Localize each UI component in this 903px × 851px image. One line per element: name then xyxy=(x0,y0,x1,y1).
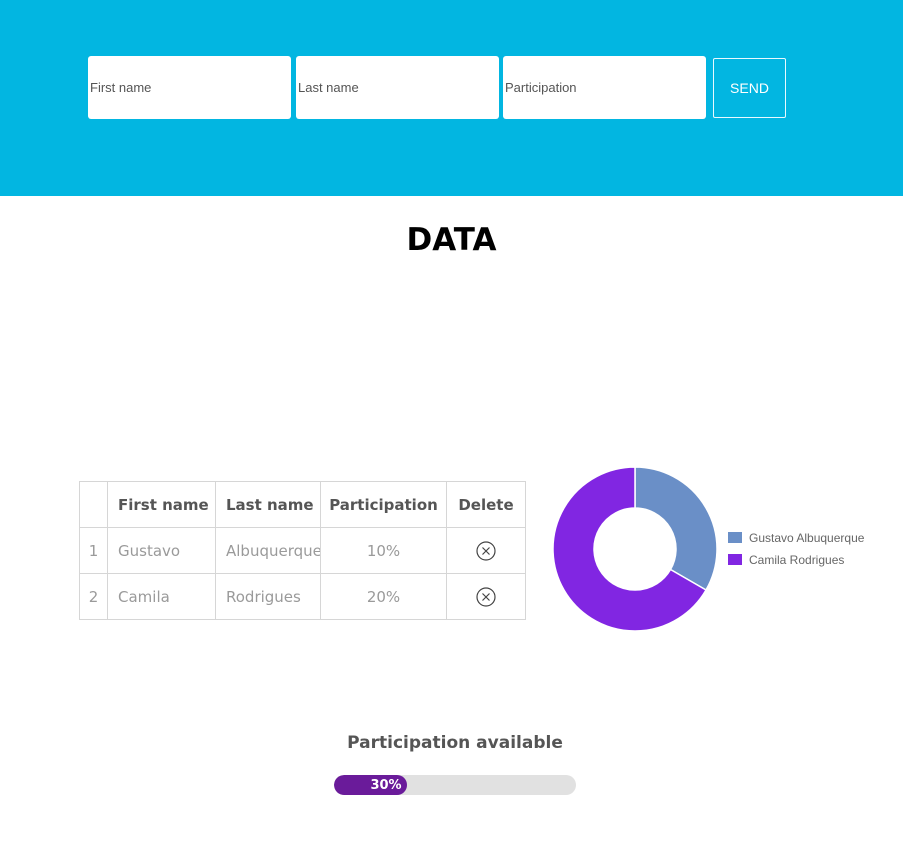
legend-swatch xyxy=(728,532,742,543)
table-row: 2 Camila Rodrigues 20% xyxy=(79,573,526,620)
first-name-cell: Gustavo xyxy=(107,527,216,574)
column-header-last-name: Last name xyxy=(215,481,321,528)
row-index: 2 xyxy=(79,573,108,620)
participation-cell: 10% xyxy=(320,527,447,574)
participation-cell: 20% xyxy=(320,573,447,620)
donut-slice-gustavo-albuquerque[interactable] xyxy=(634,466,718,592)
participation-available-label: Participation available xyxy=(347,733,563,753)
delete-cell xyxy=(446,527,526,574)
participation-progress-bar: 30% xyxy=(334,775,576,795)
legend-swatch xyxy=(728,554,742,565)
column-header-delete: Delete xyxy=(446,481,526,528)
circle-x-icon[interactable] xyxy=(476,586,496,607)
participation-input[interactable] xyxy=(503,56,706,119)
delete-cell xyxy=(446,573,526,620)
progress-value: 30% xyxy=(370,777,402,793)
send-button[interactable]: SEND xyxy=(713,58,786,118)
column-header-first-name: First name xyxy=(107,481,216,528)
last-name-cell: Rodrigues xyxy=(215,573,321,620)
table-header-row: First name Last name Participation Delet… xyxy=(79,481,526,528)
first-name-cell: Camila xyxy=(107,573,216,620)
page-title: DATA xyxy=(406,222,497,258)
table-row: 1 Gustavo Albuquerque 10% xyxy=(79,527,526,574)
participants-table: First name Last name Participation Delet… xyxy=(79,481,526,620)
last-name-input[interactable] xyxy=(296,56,499,119)
row-index: 1 xyxy=(79,527,108,574)
last-name-cell: Albuquerque xyxy=(215,527,321,574)
first-name-input[interactable] xyxy=(88,56,291,119)
participation-donut-chart: Gustavo Albuquerque Camila Rodrigues xyxy=(552,466,865,632)
column-header-participation: Participation xyxy=(320,481,447,528)
legend-label[interactable]: Gustavo Albuquerque xyxy=(749,531,865,545)
header-bar: SEND xyxy=(0,0,903,196)
circle-x-icon[interactable] xyxy=(476,540,496,561)
column-header-index xyxy=(79,481,108,528)
legend-label[interactable]: Camila Rodrigues xyxy=(749,553,844,567)
progress-fill: 30% xyxy=(334,775,407,795)
